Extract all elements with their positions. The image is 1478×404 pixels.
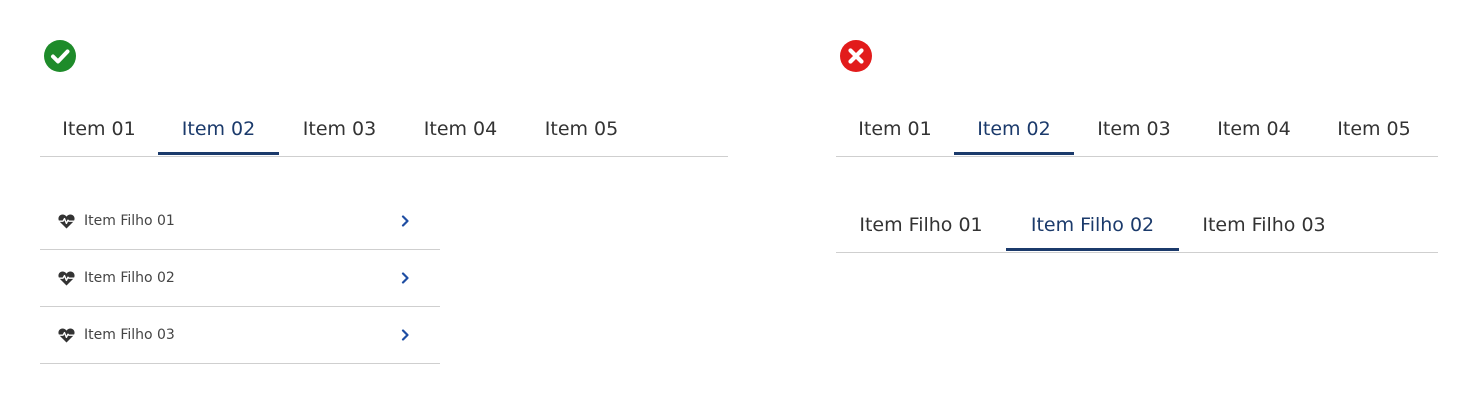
primary-tab-bar: Item 01 Item 02 Item 03 Item 04 Item 05 <box>40 104 728 157</box>
list-item-label: Item Filho 01 <box>84 213 175 229</box>
tab-item-02[interactable]: Item 02 <box>158 104 279 155</box>
heartbeat-icon <box>58 271 75 286</box>
tab-item-05[interactable]: Item 05 <box>1314 104 1434 155</box>
subtab-item-filho-01[interactable]: Item Filho 01 <box>836 200 1006 251</box>
chevron-right-icon[interactable] <box>400 272 410 284</box>
subtab-item-filho-02[interactable]: Item Filho 02 <box>1006 200 1179 251</box>
secondary-tab-bar: Item Filho 01 Item Filho 02 Item Filho 0… <box>836 200 1438 253</box>
tab-item-02[interactable]: Item 02 <box>954 104 1074 155</box>
tab-item-04[interactable]: Item 04 <box>400 104 521 155</box>
list-item-filho-03[interactable]: Item Filho 03 <box>40 307 440 364</box>
tab-item-01[interactable]: Item 01 <box>40 104 158 155</box>
heartbeat-icon <box>58 328 75 343</box>
list-item-filho-02[interactable]: Item Filho 02 <box>40 250 440 307</box>
primary-tab-bar: Item 01 Item 02 Item 03 Item 04 Item 05 <box>836 104 1438 157</box>
chevron-right-icon[interactable] <box>400 215 410 227</box>
chevron-right-icon[interactable] <box>400 329 410 341</box>
subtab-item-filho-03[interactable]: Item Filho 03 <box>1179 200 1349 251</box>
tab-item-05[interactable]: Item 05 <box>521 104 642 155</box>
list-item-filho-01[interactable]: Item Filho 01 <box>40 193 440 250</box>
list-item-label: Item Filho 02 <box>84 270 175 286</box>
list-item-label: Item Filho 03 <box>84 327 175 343</box>
tab-item-01[interactable]: Item 01 <box>836 104 954 155</box>
x-circle-icon <box>840 40 872 72</box>
tab-item-04[interactable]: Item 04 <box>1194 104 1314 155</box>
check-circle-icon <box>44 40 76 72</box>
heartbeat-icon <box>58 214 75 229</box>
tab-item-03[interactable]: Item 03 <box>279 104 400 155</box>
tab-item-03[interactable]: Item 03 <box>1074 104 1194 155</box>
child-item-list: Item Filho 01 Item Filho 02 Item Filho 0… <box>40 193 440 364</box>
